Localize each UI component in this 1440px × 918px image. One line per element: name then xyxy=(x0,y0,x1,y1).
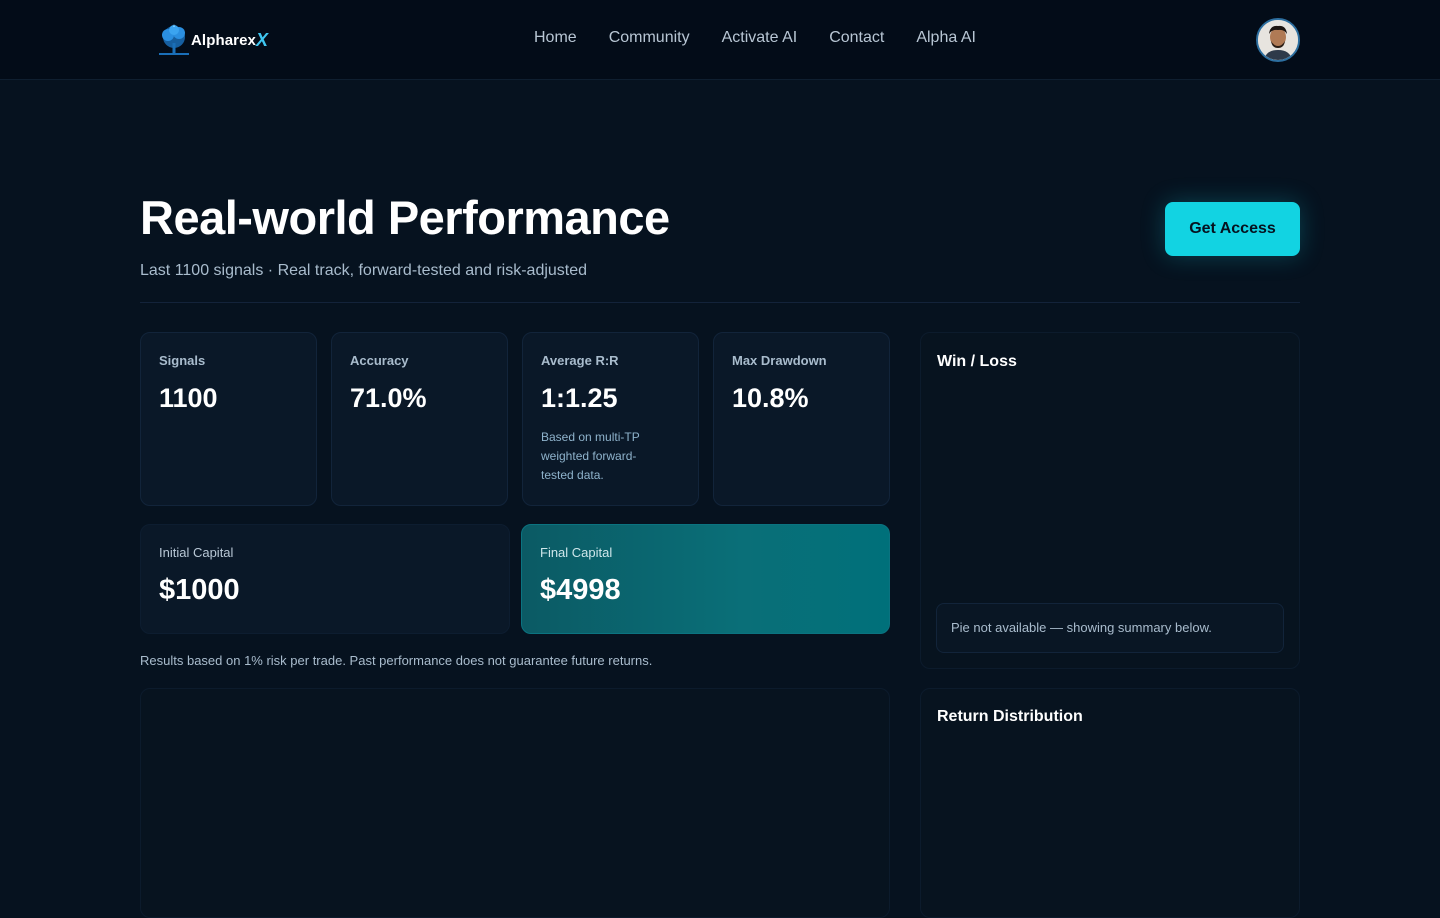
page-subtitle: Last 1100 signals · Real track, forward-… xyxy=(140,262,588,279)
section-divider xyxy=(140,302,1300,303)
win-loss-title: Win / Loss xyxy=(937,353,1017,370)
stat-card-max-drawdown: Max Drawdown 10.8% xyxy=(713,332,890,506)
stat-value: 1100 xyxy=(159,383,218,413)
tree-logo-icon xyxy=(155,21,193,59)
stat-label: Signals xyxy=(159,353,206,368)
stat-value: 71.0% xyxy=(350,383,427,413)
main-nav: Home Community Activate AI Contact Alpha… xyxy=(534,29,976,47)
brand-name: Alpharex xyxy=(191,31,256,49)
stat-card-signals: Signals 1100 xyxy=(140,332,317,506)
stat-label: Accuracy xyxy=(350,353,409,368)
stat-note: Based on multi-TP weighted forward-teste… xyxy=(541,430,640,482)
capital-value: $1000 xyxy=(159,574,240,606)
get-access-button[interactable]: Get Access xyxy=(1165,202,1300,256)
page-title: Real-world Performance xyxy=(140,191,670,244)
stat-card-average-rr: Average R:R 1:1.25 Based on multi-TP wei… xyxy=(522,332,699,506)
capital-label: Final Capital xyxy=(540,545,613,560)
capital-value: $4998 xyxy=(540,574,621,606)
nav-alpha-ai[interactable]: Alpha AI xyxy=(916,29,976,47)
initial-capital-card: Initial Capital $1000 xyxy=(140,524,510,634)
stat-label: Average R:R xyxy=(541,353,619,368)
pie-fallback-note: Pie not available — showing summary belo… xyxy=(936,603,1284,653)
brand-x-mark: X xyxy=(256,29,269,50)
risk-disclaimer: Results based on 1% risk per trade. Past… xyxy=(140,653,653,668)
nav-home[interactable]: Home xyxy=(534,29,577,47)
top-navigation-bar: Alpharex X Home Community Activate AI Co… xyxy=(0,0,1440,80)
brand-logo[interactable]: Alpharex X xyxy=(155,20,268,60)
return-distribution-panel: Return Distribution xyxy=(920,688,1300,918)
stat-card-accuracy: Accuracy 71.0% xyxy=(331,332,508,506)
return-distribution-title: Return Distribution xyxy=(937,708,1083,725)
capital-label: Initial Capital xyxy=(159,545,234,560)
nav-contact[interactable]: Contact xyxy=(829,29,884,47)
stat-label: Max Drawdown xyxy=(732,353,827,368)
stat-value: 1:1.25 xyxy=(541,383,618,413)
user-avatar[interactable] xyxy=(1256,18,1300,62)
equity-chart-panel xyxy=(140,688,890,918)
final-capital-card: Final Capital $4998 xyxy=(521,524,890,634)
nav-activate-ai[interactable]: Activate AI xyxy=(722,29,798,47)
stat-value: 10.8% xyxy=(732,383,809,413)
nav-community[interactable]: Community xyxy=(609,29,690,47)
